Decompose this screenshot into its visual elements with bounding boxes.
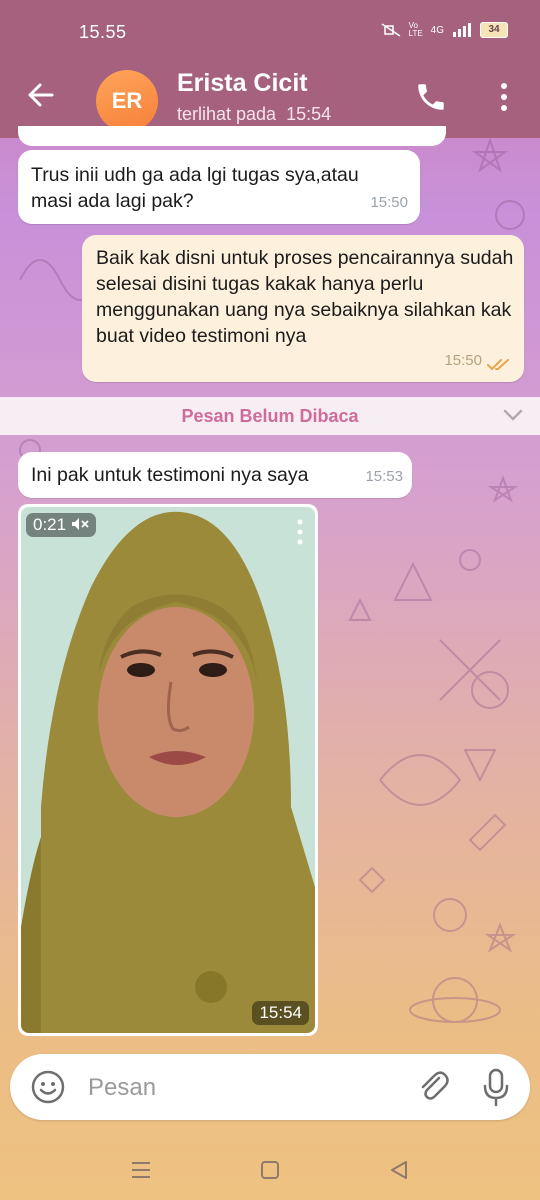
message-text: Baik kak disni untuk proses pencairannya… — [96, 247, 514, 347]
last-seen: terlihat pada 15:54 — [177, 104, 331, 125]
back-icon[interactable] — [387, 1158, 411, 1182]
double-check-icon — [487, 359, 509, 371]
message-text: Trus inii udh ga ada lgi tugas sya,atau … — [31, 164, 359, 212]
message-text: Ini pak untuk testimoni nya saya — [31, 464, 309, 486]
last-seen-time: 15:54 — [286, 104, 332, 124]
more-vertical-icon[interactable] — [492, 80, 516, 114]
status-time: 15.55 — [79, 22, 127, 42]
more-vertical-icon[interactable] — [297, 519, 303, 545]
previous-message-bubble — [18, 126, 446, 146]
unread-label: Pesan Belum Dibaca — [181, 406, 359, 426]
message-time: 15:50 — [370, 194, 408, 211]
video-duration-badge: 0:21 — [26, 513, 96, 537]
phone-icon[interactable] — [414, 80, 448, 114]
unread-divider: Pesan Belum Dibaca — [0, 397, 540, 435]
message-time: 15:50 — [444, 352, 482, 369]
home-icon[interactable] — [258, 1158, 282, 1182]
last-seen-label: terlihat pada — [177, 104, 277, 124]
message-bubble-outgoing[interactable]: Baik kak disni untuk proses pencairannya… — [82, 235, 524, 382]
mute-vibrate-icon — [381, 23, 401, 37]
battery-icon: 34 — [480, 22, 508, 38]
volte-label: Vo LTE — [408, 21, 423, 38]
video-time-badge: 15:54 — [252, 1001, 309, 1025]
chevron-down-icon[interactable] — [503, 407, 523, 423]
video-thumbnail[interactable]: 0:21 15:54 — [21, 507, 315, 1033]
message-input-bar — [10, 1054, 530, 1120]
message-bubble-incoming[interactable]: Ini pak untuk testimoni nya saya 15:53 — [18, 452, 412, 498]
attach-icon[interactable] — [415, 1069, 451, 1105]
avatar[interactable]: ER — [96, 70, 158, 132]
message-time: 15:53 — [365, 468, 403, 485]
arrow-left-icon[interactable] — [26, 80, 56, 110]
message-input[interactable] — [86, 1068, 390, 1108]
emoji-icon[interactable] — [30, 1069, 66, 1105]
video-duration: 0:21 — [33, 515, 67, 534]
microphone-icon[interactable] — [480, 1067, 512, 1107]
video-message[interactable]: 0:21 15:54 — [18, 504, 318, 1036]
status-icons: Vo LTE 4G 34 — [381, 22, 508, 38]
mute-icon[interactable] — [71, 517, 89, 531]
video-person-image — [21, 507, 315, 1033]
message-bubble-incoming[interactable]: Trus inii udh ga ada lgi tugas sya,atau … — [18, 150, 420, 224]
network-label: 4G — [430, 24, 444, 36]
status-bar: 15.55 Vo LTE 4G 34 — [0, 0, 540, 52]
contact-name[interactable]: Erista Cicit — [177, 69, 308, 98]
signal-icon — [453, 23, 471, 37]
system-nav-bar — [0, 1140, 540, 1200]
menu-icon[interactable] — [129, 1158, 153, 1182]
